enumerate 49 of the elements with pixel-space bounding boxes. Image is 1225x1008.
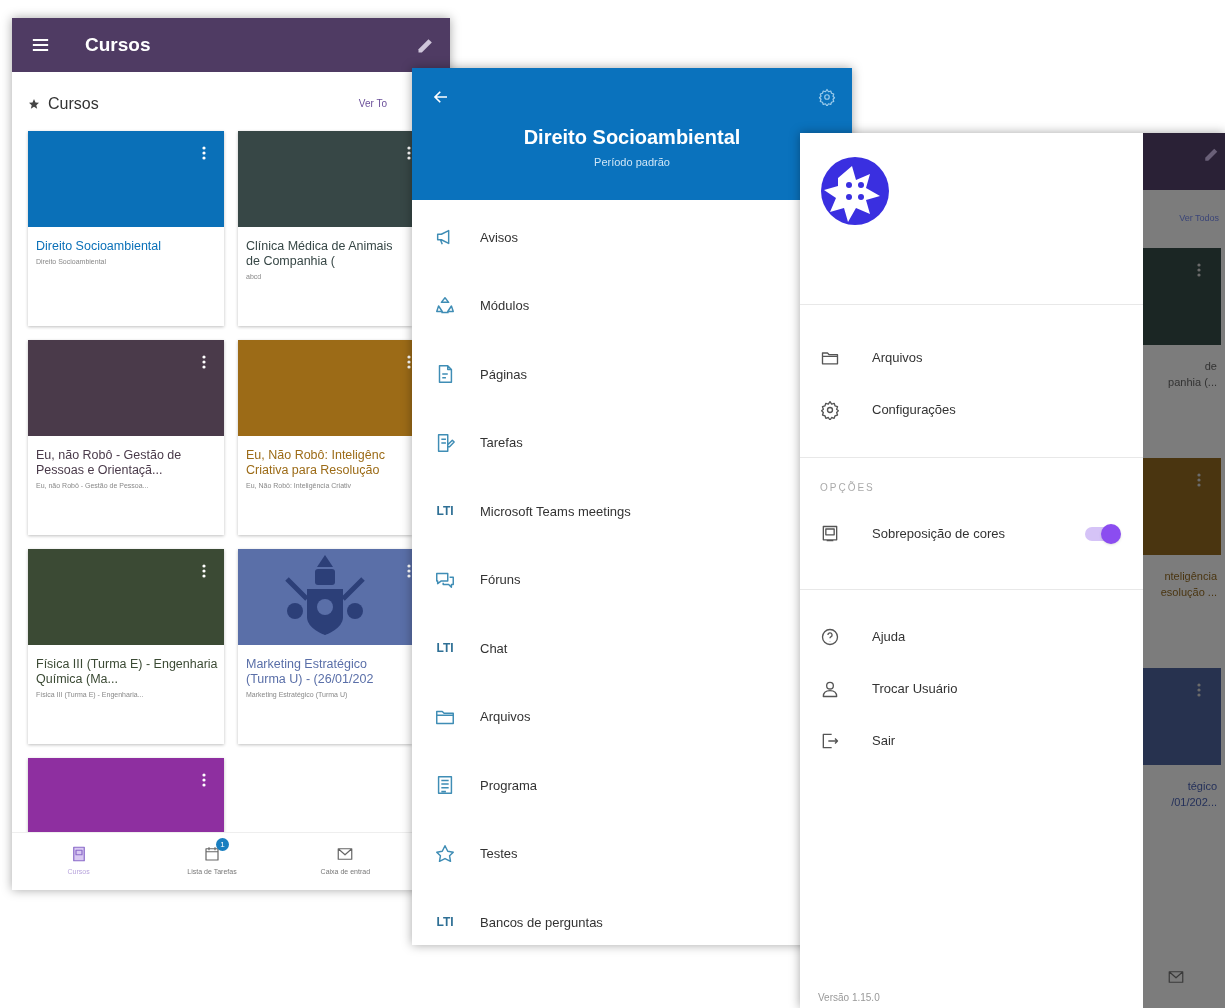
star-icon xyxy=(28,97,40,110)
screen-title: Cursos xyxy=(85,32,152,57)
menu-item[interactable]: Sair xyxy=(800,715,1143,767)
course-title-fragment: esolução ... xyxy=(1160,585,1217,599)
course-subtitle: Período padrão xyxy=(594,154,670,170)
more-icon[interactable] xyxy=(407,563,411,579)
menu-item[interactable]: Arquivos xyxy=(800,332,1143,384)
course-title-fragment: nteligência xyxy=(1164,569,1217,583)
more-icon[interactable] xyxy=(202,145,206,161)
menu-icon[interactable] xyxy=(32,38,49,52)
version-label: Versão 1.15.0 xyxy=(817,991,881,1005)
lti-icon: LTI xyxy=(434,502,456,521)
course-title[interactable]: Direito Socioambiental xyxy=(36,239,220,254)
help-icon xyxy=(820,627,840,647)
section-heading: OPÇÕES xyxy=(819,480,876,495)
user-icon xyxy=(820,679,840,699)
lti-icon: LTI xyxy=(434,913,456,932)
lti-icon: LTI xyxy=(434,639,456,658)
calendar-icon xyxy=(203,845,221,864)
more-icon[interactable] xyxy=(202,354,206,370)
view-all-link[interactable]: Ver To xyxy=(358,96,387,111)
more-icon[interactable] xyxy=(407,145,411,161)
course-title: Direito Socioambiental xyxy=(523,124,741,150)
settings-icon xyxy=(820,400,840,420)
more-icon[interactable] xyxy=(407,354,411,370)
toggle-switch[interactable] xyxy=(1085,527,1119,541)
course-title[interactable]: Eu, não Robô - Gestão de Pessoas e Orientaçã... xyxy=(36,448,220,478)
course-title-fragment: /01/202... xyxy=(1171,795,1217,809)
course-title-fragment: panhia (... xyxy=(1168,375,1217,389)
menu-item[interactable]: Configurações xyxy=(800,384,1143,436)
monitor-icon xyxy=(820,524,840,544)
course-title[interactable]: Marketing Estratégico (Turma U) - (26/01/202 xyxy=(246,657,408,687)
logout-icon xyxy=(820,731,840,751)
more-icon[interactable] xyxy=(202,772,206,788)
logo-icon xyxy=(820,156,890,226)
course-title-fragment: de xyxy=(1204,359,1217,373)
menu-item[interactable]: Ajuda xyxy=(800,611,1143,663)
count-badge: 1 xyxy=(216,838,229,852)
menu-item[interactable]: Trocar Usuário xyxy=(800,663,1143,715)
settings-icon[interactable] xyxy=(818,88,836,106)
course-title[interactable]: Eu, Não Robô: Inteligênc Criativa para Resolução xyxy=(246,448,408,478)
mail-icon xyxy=(1167,968,1185,986)
course-title[interactable]: Física III (Turma E) - Engenharia Química (Ma... xyxy=(36,657,220,687)
course-title[interactable]: Clínica Médica de Animais de Companhia ( xyxy=(246,239,408,269)
option-label: Sobreposição de cores xyxy=(872,525,1006,544)
course-title-fragment: tégico xyxy=(1187,779,1217,793)
more-icon[interactable] xyxy=(202,563,206,579)
section-title: Cursos xyxy=(48,93,100,114)
back-icon[interactable] xyxy=(432,88,450,106)
